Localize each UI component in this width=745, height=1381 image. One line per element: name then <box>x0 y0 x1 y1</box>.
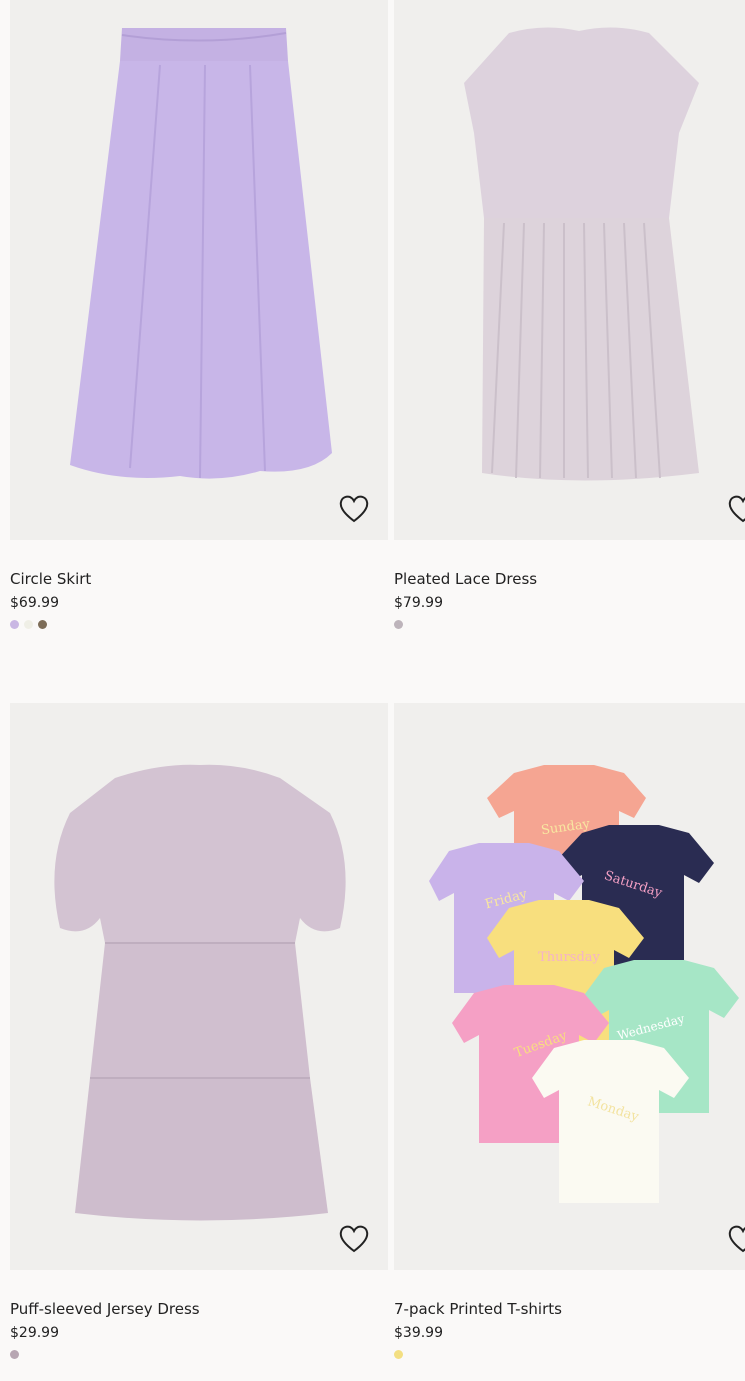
tshirt-print-text: Thursday <box>538 950 600 965</box>
product-image[interactable] <box>10 703 388 1270</box>
product-card-7-pack-printed-t-shirts[interactable]: Sunday Saturday Friday Thursday Wednesda… <box>394 703 745 1360</box>
skirt-illustration <box>70 28 332 479</box>
product-name[interactable]: Puff-sleeved Jersey Dress <box>10 1300 388 1318</box>
heart-icon[interactable] <box>727 1224 745 1254</box>
product-price: $39.99 <box>394 1325 443 1341</box>
heart-icon[interactable] <box>338 1224 370 1254</box>
product-name[interactable]: Pleated Lace Dress <box>394 570 745 588</box>
product-card-puff-sleeved-jersey-dress[interactable]: Puff-sleeved Jersey Dress $29.99 <box>10 703 388 1360</box>
tshirts-illustration: Sunday Saturday Friday Thursday Wednesda… <box>429 765 739 1203</box>
dress-illustration <box>54 764 346 1221</box>
product-price: $79.99 <box>394 595 443 611</box>
product-price: $69.99 <box>10 595 59 611</box>
color-swatches <box>10 620 388 630</box>
color-swatches <box>10 1350 388 1360</box>
product-name[interactable]: Circle Skirt <box>10 570 388 588</box>
color-swatch[interactable] <box>394 1350 403 1359</box>
product-image[interactable] <box>10 0 388 540</box>
color-swatches <box>394 1350 745 1360</box>
color-swatches <box>394 620 745 630</box>
product-image[interactable]: Sunday Saturday Friday Thursday Wednesda… <box>394 703 745 1270</box>
color-swatch[interactable] <box>38 620 47 629</box>
color-swatch[interactable] <box>10 620 19 629</box>
color-swatch[interactable] <box>10 1350 19 1359</box>
heart-icon[interactable] <box>338 494 370 524</box>
color-swatch[interactable] <box>24 620 33 629</box>
dress-illustration <box>464 27 699 481</box>
product-price: $29.99 <box>10 1325 59 1341</box>
color-swatch[interactable] <box>394 620 403 629</box>
product-card-pleated-lace-dress[interactable]: Pleated Lace Dress $79.99 <box>394 0 745 630</box>
product-name[interactable]: 7-pack Printed T-shirts <box>394 1300 745 1318</box>
product-image[interactable] <box>394 0 745 540</box>
heart-icon[interactable] <box>727 494 745 524</box>
product-card-circle-skirt[interactable]: Circle Skirt $69.99 <box>10 0 388 630</box>
